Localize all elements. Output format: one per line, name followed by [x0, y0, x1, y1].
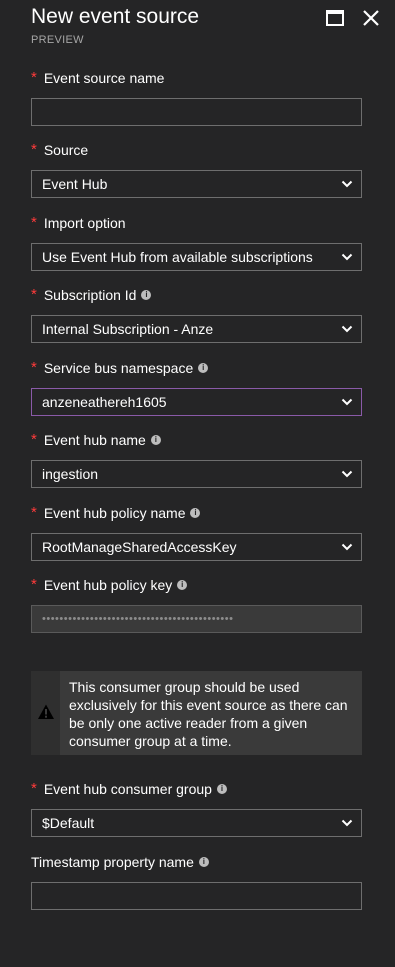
event-hub-policy-key-field: * Event hub policy key i •••••••••••••••… — [31, 576, 362, 633]
required-marker: * — [31, 214, 37, 231]
preview-label: PREVIEW — [31, 34, 84, 46]
event-source-name-input[interactable] — [31, 98, 362, 126]
info-icon[interactable]: i — [190, 508, 201, 518]
event-hub-policy-name-select[interactable]: RootManageSharedAccessKey — [31, 533, 362, 561]
timestamp-property-name-label: Timestamp property name — [31, 854, 194, 870]
subscription-id-select[interactable]: Internal Subscription - Anze — [31, 315, 362, 343]
chevron-down-icon — [341, 323, 353, 335]
event-source-name-label: Event source name — [43, 70, 165, 86]
source-select[interactable]: Event Hub — [31, 170, 362, 198]
event-hub-consumer-group-select[interactable]: $Default — [31, 809, 362, 837]
service-bus-namespace-value: anzeneathereh1605 — [42, 394, 167, 410]
info-icon[interactable]: i — [198, 857, 209, 867]
chevron-down-icon — [341, 178, 353, 190]
timestamp-property-name-input[interactable] — [31, 882, 362, 910]
info-icon[interactable]: i — [198, 363, 209, 373]
import-option-value: Use Event Hub from available subscriptio… — [42, 249, 313, 265]
source-value: Event Hub — [42, 176, 108, 192]
import-option-label: Import option — [43, 215, 126, 231]
event-hub-name-field: * Event hub name i ingestion — [31, 431, 362, 488]
service-bus-namespace-field: * Service bus namespace i anzeneathereh1… — [31, 359, 362, 416]
required-marker: * — [31, 69, 37, 86]
event-hub-consumer-group-field: * Event hub consumer group i $Default — [31, 780, 362, 837]
event-hub-policy-key-label: Event hub policy key — [43, 577, 173, 593]
info-icon[interactable]: i — [177, 580, 188, 590]
warning-text: This consumer group should be used exclu… — [69, 679, 348, 749]
required-marker: * — [31, 286, 37, 303]
warning-icon — [38, 704, 54, 719]
event-hub-policy-name-value: RootManageSharedAccessKey — [42, 539, 237, 555]
info-icon[interactable]: i — [216, 784, 227, 794]
info-icon[interactable]: i — [150, 435, 161, 445]
page-title: New event source — [31, 5, 200, 28]
close-button[interactable] — [361, 8, 381, 28]
required-marker: * — [31, 141, 37, 158]
service-bus-namespace-label: Service bus namespace — [43, 360, 194, 376]
required-marker: * — [31, 431, 37, 448]
timestamp-property-name-field: Timestamp property name i — [31, 853, 362, 910]
import-option-select[interactable]: Use Event Hub from available subscriptio… — [31, 243, 362, 271]
maximize-icon — [326, 10, 344, 26]
warning-banner: This consumer group should be used exclu… — [31, 671, 362, 755]
chevron-down-icon — [341, 541, 353, 553]
maximize-button[interactable] — [325, 8, 345, 28]
import-option-field: * Import option Use Event Hub from avail… — [31, 214, 362, 271]
chevron-down-icon — [341, 251, 353, 263]
blade-header: New event source PREVIEW — [31, 4, 381, 48]
event-hub-policy-name-field: * Event hub policy name i RootManageShar… — [31, 504, 362, 561]
service-bus-namespace-select[interactable]: anzeneathereh1605 — [31, 388, 362, 416]
required-marker: * — [31, 359, 37, 376]
required-marker: * — [31, 504, 37, 521]
subscription-id-label: Subscription Id — [43, 287, 137, 303]
event-hub-policy-key-value: ••••••••••••••••••••••••••••••••••••••••… — [42, 613, 234, 625]
chevron-down-icon — [341, 396, 353, 408]
chevron-down-icon — [341, 468, 353, 480]
event-hub-name-select[interactable]: ingestion — [31, 460, 362, 488]
event-hub-name-label: Event hub name — [43, 432, 146, 448]
close-icon — [363, 10, 379, 26]
event-hub-consumer-group-label: Event hub consumer group — [43, 781, 212, 797]
info-icon[interactable]: i — [141, 290, 152, 300]
source-field: * Source Event Hub — [31, 141, 362, 198]
event-source-name-field: * Event source name — [31, 69, 362, 126]
source-label: Source — [43, 142, 89, 158]
event-hub-name-value: ingestion — [42, 466, 99, 482]
chevron-down-icon — [341, 817, 353, 829]
subscription-id-field: * Subscription Id i Internal Subscriptio… — [31, 286, 362, 343]
required-marker: * — [31, 576, 37, 593]
required-marker: * — [31, 780, 37, 797]
subscription-id-value: Internal Subscription - Anze — [42, 321, 214, 337]
event-hub-policy-name-label: Event hub policy name — [43, 505, 186, 521]
event-hub-policy-key-input: ••••••••••••••••••••••••••••••••••••••••… — [31, 605, 362, 633]
event-hub-consumer-group-value: $Default — [42, 815, 95, 831]
